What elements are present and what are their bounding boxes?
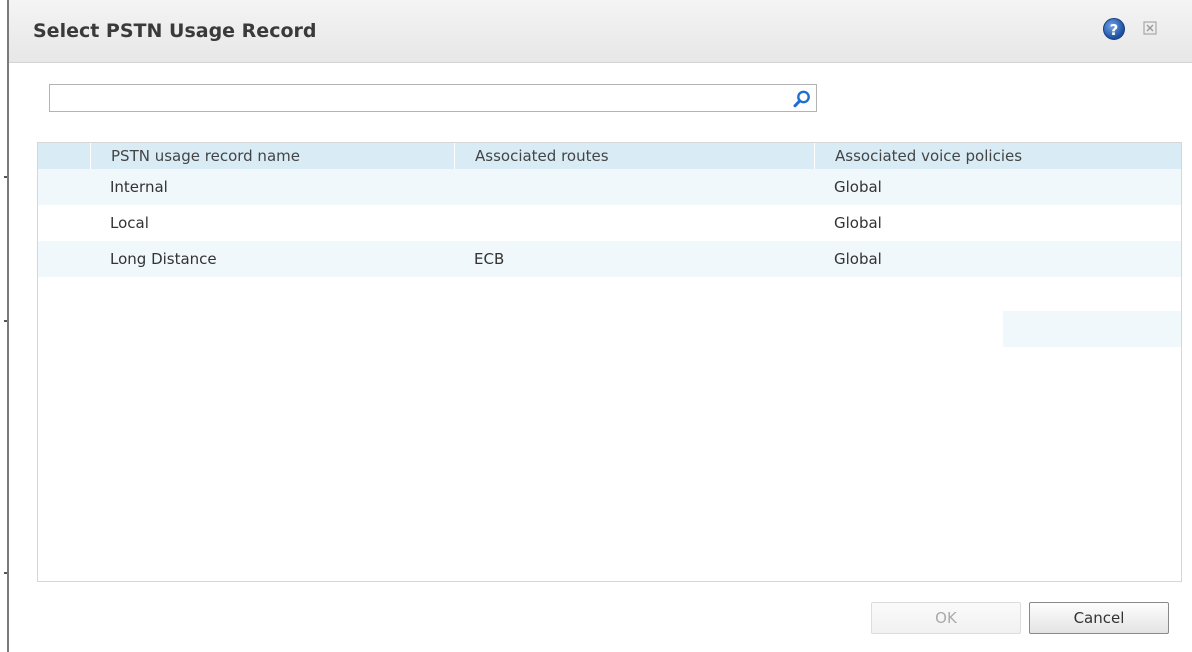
border-tick (4, 572, 7, 574)
table-row[interactable]: Local Global (38, 205, 1181, 241)
cell-routes: ECB (474, 250, 505, 268)
column-header-name[interactable]: PSTN usage record name (90, 143, 454, 169)
table-row[interactable]: Internal Global (38, 169, 1181, 205)
cell-voice-policies: Global (834, 214, 882, 232)
selection-column-header (38, 143, 90, 169)
cell-routes (454, 169, 814, 205)
cell-voice-policies: Global (834, 178, 882, 196)
row-hover-strip (1003, 311, 1181, 347)
cell-usage-name: Local (110, 214, 149, 232)
cancel-button[interactable]: Cancel (1029, 602, 1169, 634)
help-icon[interactable]: ? (1103, 18, 1125, 40)
table-row[interactable]: Long Distance ECB Global (38, 241, 1181, 277)
dialog-titlebar: Select PSTN Usage Record ? (9, 0, 1192, 63)
cell-usage-name: Internal (110, 178, 168, 196)
select-pstn-usage-dialog: Select PSTN Usage Record ? PSTN usage re… (9, 0, 1192, 652)
border-tick (4, 320, 7, 322)
column-header-voice-policies[interactable]: Associated voice policies (814, 143, 1181, 169)
cell-voice-policies: Global (834, 250, 882, 268)
search-box (49, 84, 817, 112)
search-icon[interactable] (792, 89, 812, 109)
close-icon[interactable] (1142, 20, 1158, 36)
cell-routes (454, 205, 814, 241)
pstn-usage-table: PSTN usage record name Associated routes… (37, 142, 1182, 582)
ok-button[interactable]: OK (871, 602, 1021, 634)
cell-usage-name: Long Distance (110, 250, 217, 268)
border-tick (4, 176, 7, 178)
window-left-border (0, 0, 9, 652)
dialog-title: Select PSTN Usage Record (33, 20, 317, 42)
column-header-routes[interactable]: Associated routes (454, 143, 814, 169)
table-header: PSTN usage record name Associated routes… (38, 143, 1181, 170)
search-input[interactable] (50, 85, 780, 111)
